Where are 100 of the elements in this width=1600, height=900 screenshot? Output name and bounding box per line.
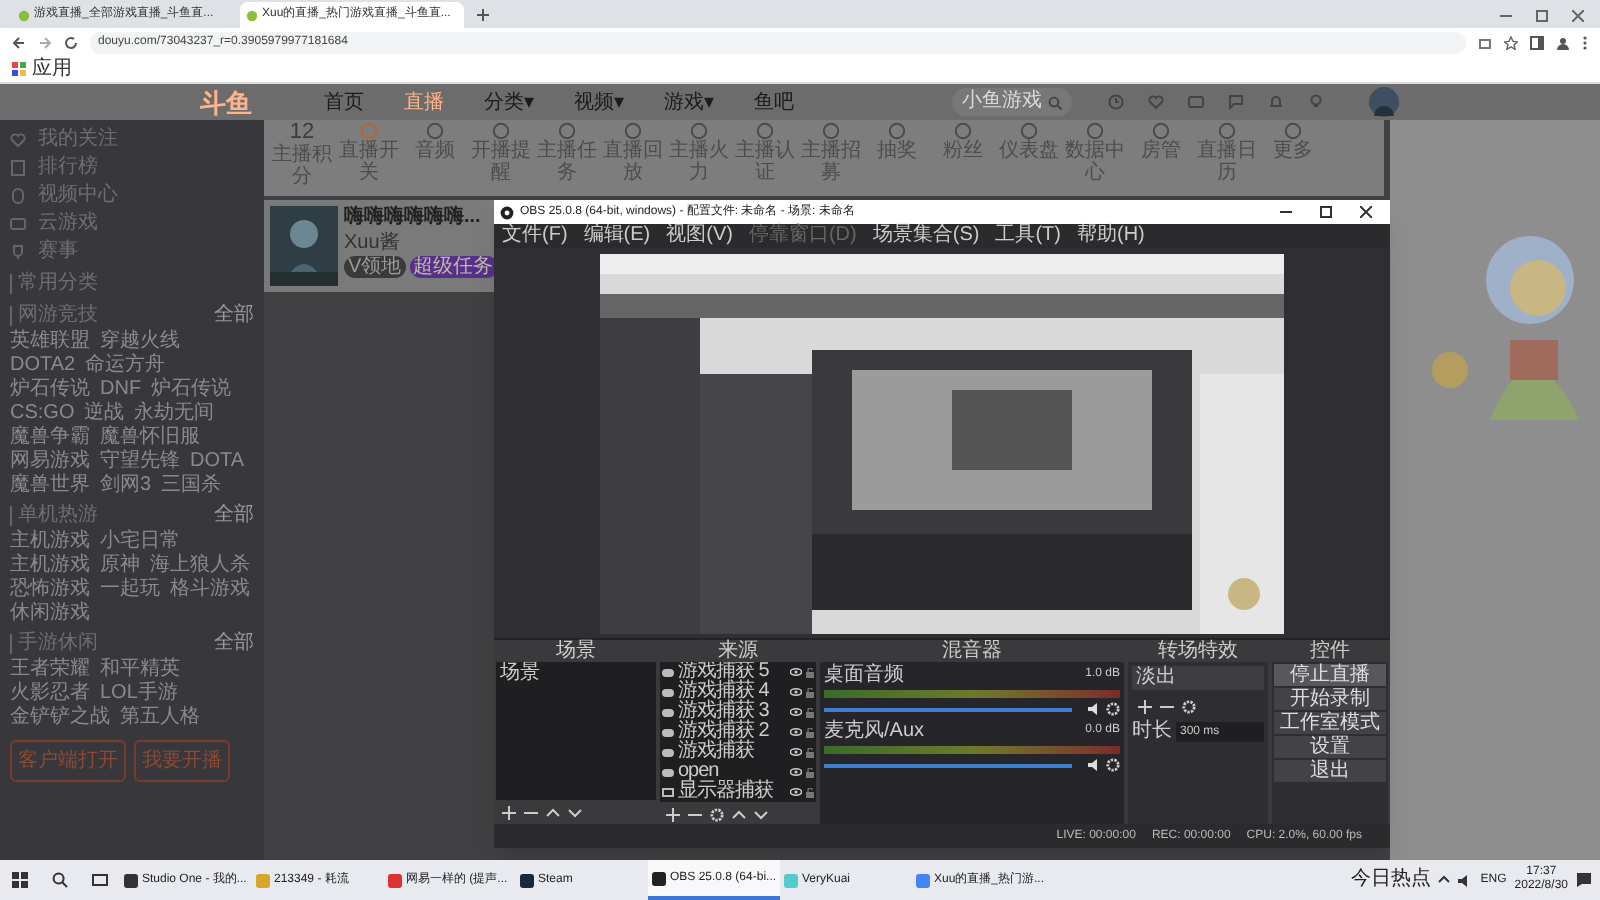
scene-item[interactable]: 场景 <box>496 662 656 686</box>
eye-icon[interactable] <box>790 688 802 696</box>
more-link[interactable]: 全部 <box>214 306 254 326</box>
avatar-icon[interactable] <box>1368 86 1400 118</box>
category-link[interactable]: 主机游戏 <box>10 554 90 578</box>
gear-icon[interactable] <box>1106 758 1120 772</box>
panel-icon[interactable] <box>1530 35 1544 49</box>
sidebar-button[interactable]: 我要开播 <box>134 740 230 782</box>
minimize-icon[interactable] <box>1280 206 1292 218</box>
control-button[interactable]: 停止直播 <box>1274 664 1386 686</box>
close-icon[interactable] <box>1360 206 1372 218</box>
more-link[interactable]: 全部 <box>214 506 254 526</box>
category-link[interactable]: DOTA <box>190 450 245 474</box>
category-link[interactable]: 主机游戏 <box>10 530 90 554</box>
category-link[interactable]: DOTA2 <box>10 354 76 378</box>
eye-icon[interactable] <box>790 788 802 796</box>
lock-icon[interactable] <box>806 667 814 677</box>
eye-icon[interactable] <box>790 708 802 716</box>
nav-link[interactable]: 直播 <box>404 87 444 117</box>
windows-icon[interactable] <box>12 872 28 888</box>
menu-item[interactable]: 帮助(H) <box>1076 226 1145 246</box>
gear-icon[interactable] <box>1106 702 1120 716</box>
more-icon[interactable] <box>1582 35 1588 49</box>
search-icon[interactable] <box>52 872 68 888</box>
chevron-up-icon[interactable] <box>1438 874 1451 886</box>
menu-item[interactable]: 工具(T) <box>995 226 1061 246</box>
category-link[interactable]: 恐怖游戏 <box>10 578 90 602</box>
control-button[interactable]: 设置 <box>1274 736 1386 758</box>
control-button[interactable]: 退出 <box>1274 760 1386 782</box>
category-link[interactable]: DNF <box>100 378 142 402</box>
source-item[interactable]: 显示器捕获 <box>660 782 816 802</box>
transition-dropdown[interactable]: 淡出 <box>1132 666 1264 690</box>
task-view-icon[interactable] <box>92 872 108 888</box>
category-link[interactable]: 炉石传说 <box>151 378 232 402</box>
eye-icon[interactable] <box>790 728 802 736</box>
bookmark-link[interactable]: 应用 <box>12 54 72 84</box>
notification-icon[interactable] <box>1576 872 1592 888</box>
control-button[interactable]: 工作室模式 <box>1274 712 1386 734</box>
nav-link[interactable]: 游戏▾ <box>664 87 714 117</box>
category-link[interactable]: 格斗游戏 <box>170 578 250 602</box>
category-link[interactable]: 金铲铲之战 <box>10 706 110 730</box>
source-item[interactable]: open <box>660 762 816 782</box>
menu-item[interactable]: 视图(V) <box>666 226 733 246</box>
lock-icon[interactable] <box>806 687 814 697</box>
control-button[interactable]: 开始录制 <box>1274 688 1386 710</box>
gear-icon[interactable] <box>710 807 724 821</box>
category-link[interactable]: 和平精英 <box>100 658 180 682</box>
more-link[interactable]: 全部 <box>214 634 254 654</box>
category-link[interactable]: 原神 <box>100 554 140 578</box>
nav-link[interactable]: 视频▾ <box>574 87 624 117</box>
category-link[interactable]: LOL手游 <box>100 682 178 706</box>
nav-link[interactable]: 鱼吧 <box>754 87 794 117</box>
category-link[interactable]: 火影忍者 <box>10 682 90 706</box>
source-item[interactable]: 游戏捕获 3 <box>660 702 816 722</box>
category-link[interactable]: 魔兽争霸 <box>10 426 90 450</box>
category-link[interactable]: 海上狼人杀 <box>150 554 250 578</box>
category-link[interactable]: 英雄联盟 <box>10 330 90 354</box>
category-link[interactable]: 逆战 <box>84 402 125 426</box>
speaker-icon[interactable] <box>1458 873 1473 887</box>
category-link[interactable]: 永劫无间 <box>134 402 215 426</box>
category-link[interactable]: 剑网3 <box>100 474 152 498</box>
category-link[interactable]: 王者荣耀 <box>10 658 90 682</box>
category-link[interactable]: 休闲游戏 <box>10 602 90 626</box>
menu-item[interactable]: 文件(F) <box>502 226 568 246</box>
eye-icon[interactable] <box>790 668 802 676</box>
source-item[interactable]: 游戏捕获 4 <box>660 682 816 702</box>
search-field[interactable]: 小鱼游戏 <box>952 88 1072 116</box>
badge-pill[interactable]: V领地 <box>344 256 406 278</box>
eye-icon[interactable] <box>790 748 802 756</box>
category-link[interactable]: 网易游戏 <box>10 450 90 474</box>
lock-icon[interactable] <box>806 747 814 757</box>
lock-icon[interactable] <box>806 727 814 737</box>
category-link[interactable]: 魔兽怀旧服 <box>100 426 200 450</box>
star-icon[interactable] <box>1504 35 1518 49</box>
nav-link[interactable]: 分类▾ <box>484 87 534 117</box>
speaker-icon[interactable] <box>1088 758 1102 772</box>
news-label[interactable]: 今日热点 <box>1350 870 1431 890</box>
lock-icon[interactable] <box>806 767 814 777</box>
category-link[interactable]: 守望先锋 <box>100 450 180 474</box>
chevron-down-icon[interactable] <box>754 807 768 821</box>
category-link[interactable]: 三国杀 <box>161 474 222 498</box>
sidebar-button[interactable]: 客户端打开 <box>10 740 126 782</box>
lock-icon[interactable] <box>806 707 814 717</box>
maximize-icon[interactable] <box>1320 206 1332 218</box>
category-link[interactable]: 命运方舟 <box>85 354 166 378</box>
share-icon[interactable] <box>1478 35 1492 49</box>
lock-icon[interactable] <box>806 787 814 797</box>
category-link[interactable]: 小宅日常 <box>100 530 180 554</box>
reload-icon[interactable] <box>64 35 78 49</box>
category-link[interactable]: 一起玩 <box>100 578 160 602</box>
site-logo[interactable]: 斗鱼 <box>200 89 304 115</box>
category-link[interactable]: 魔兽世界 <box>10 474 90 498</box>
source-item[interactable]: 游戏捕获 <box>660 742 816 762</box>
menu-item[interactable]: 编辑(E) <box>583 226 651 246</box>
speaker-icon[interactable] <box>1088 702 1102 716</box>
chevron-down-icon[interactable] <box>568 805 582 819</box>
restore-icon[interactable] <box>1536 10 1548 22</box>
menu-item[interactable]: 场景集合(S) <box>872 226 980 246</box>
badge-pill[interactable]: 超级任务 <box>409 256 498 278</box>
source-item[interactable]: 游戏捕获 2 <box>660 722 816 742</box>
